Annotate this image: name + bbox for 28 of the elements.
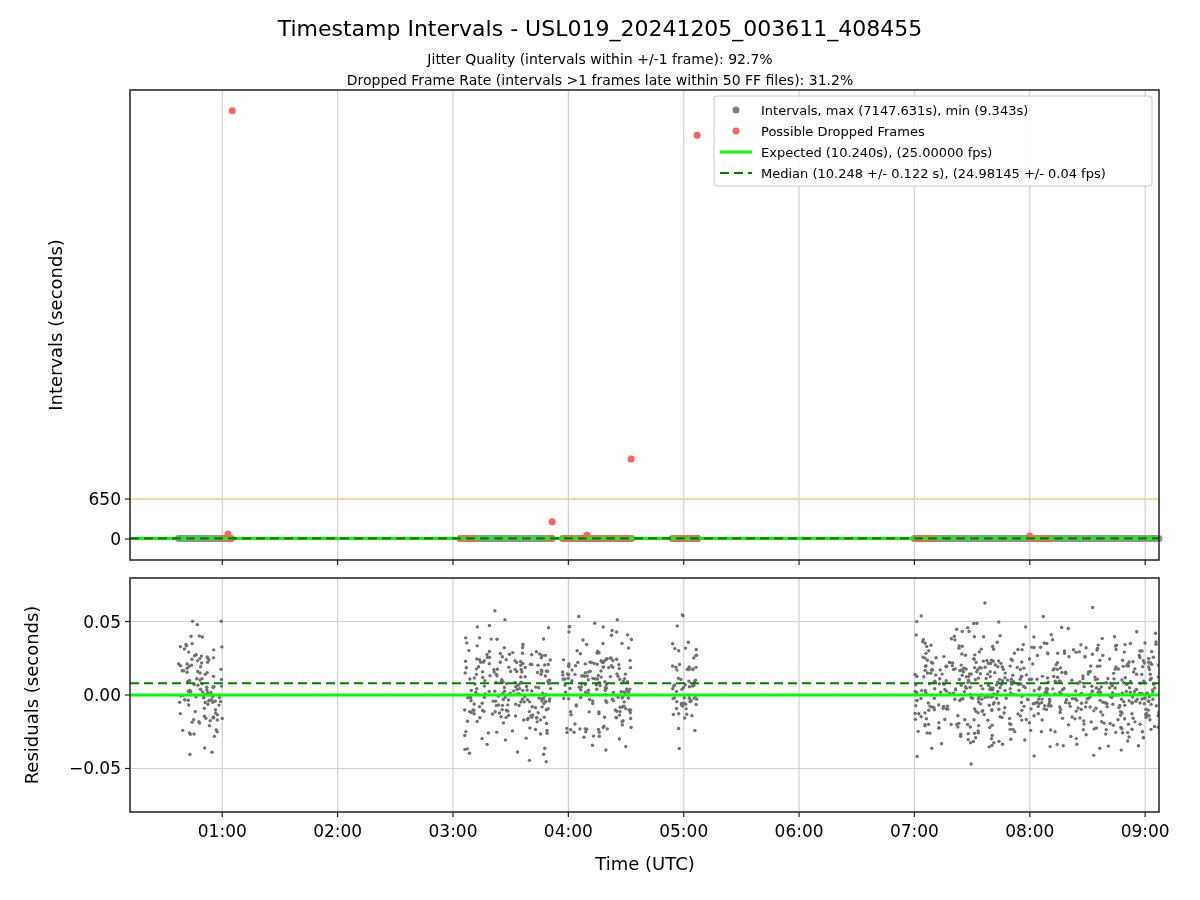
tick-label: 650: [88, 489, 121, 509]
y-axis-label: Intervals (seconds): [45, 239, 66, 411]
y-axis-label: Residuals (seconds): [21, 605, 42, 785]
tick-label: 06:00: [774, 821, 824, 841]
tick-label: 09:00: [1120, 821, 1170, 841]
data-point: [627, 455, 635, 463]
legend-entry: Expected (10.240s), (25.00000 fps): [761, 144, 993, 160]
tick-label: 0: [110, 529, 121, 549]
data-point: [548, 518, 556, 526]
legend-entry: Intervals, max (7147.631s), min (9.343s): [761, 102, 1029, 118]
chart-subtitle: Dropped Frame Rate (intervals >1 frames late within 50 FF files): 31.2%: [346, 72, 854, 88]
tick-label: 08:00: [1005, 821, 1055, 841]
tick-label: 04:00: [543, 821, 593, 841]
legend-entry: Median (10.248 +/- 0.122 s), (24.98145 +/- 0.04 fps): [761, 165, 1106, 181]
tick-label: 0.00: [83, 685, 121, 705]
x-axis-label: Time (UTC): [595, 853, 695, 874]
data-point: [693, 131, 701, 139]
tick-label: 0.05: [83, 611, 121, 632]
tick-label: −0.05: [68, 758, 121, 779]
data-point: [228, 107, 236, 115]
tick-label: 01:00: [197, 821, 247, 841]
chart-subtitle: Jitter Quality (intervals within +/-1 frame): 92.7%: [427, 51, 773, 67]
chart-title: Timestamp Intervals - USL019_20241205_003611_408455: [277, 16, 923, 41]
legend-entry: Possible Dropped Frames: [761, 123, 925, 139]
tick-label: 05:00: [659, 821, 709, 841]
tick-label: 07:00: [889, 821, 939, 841]
tick-label: 02:00: [313, 821, 363, 841]
tick-label: 03:00: [428, 821, 478, 841]
